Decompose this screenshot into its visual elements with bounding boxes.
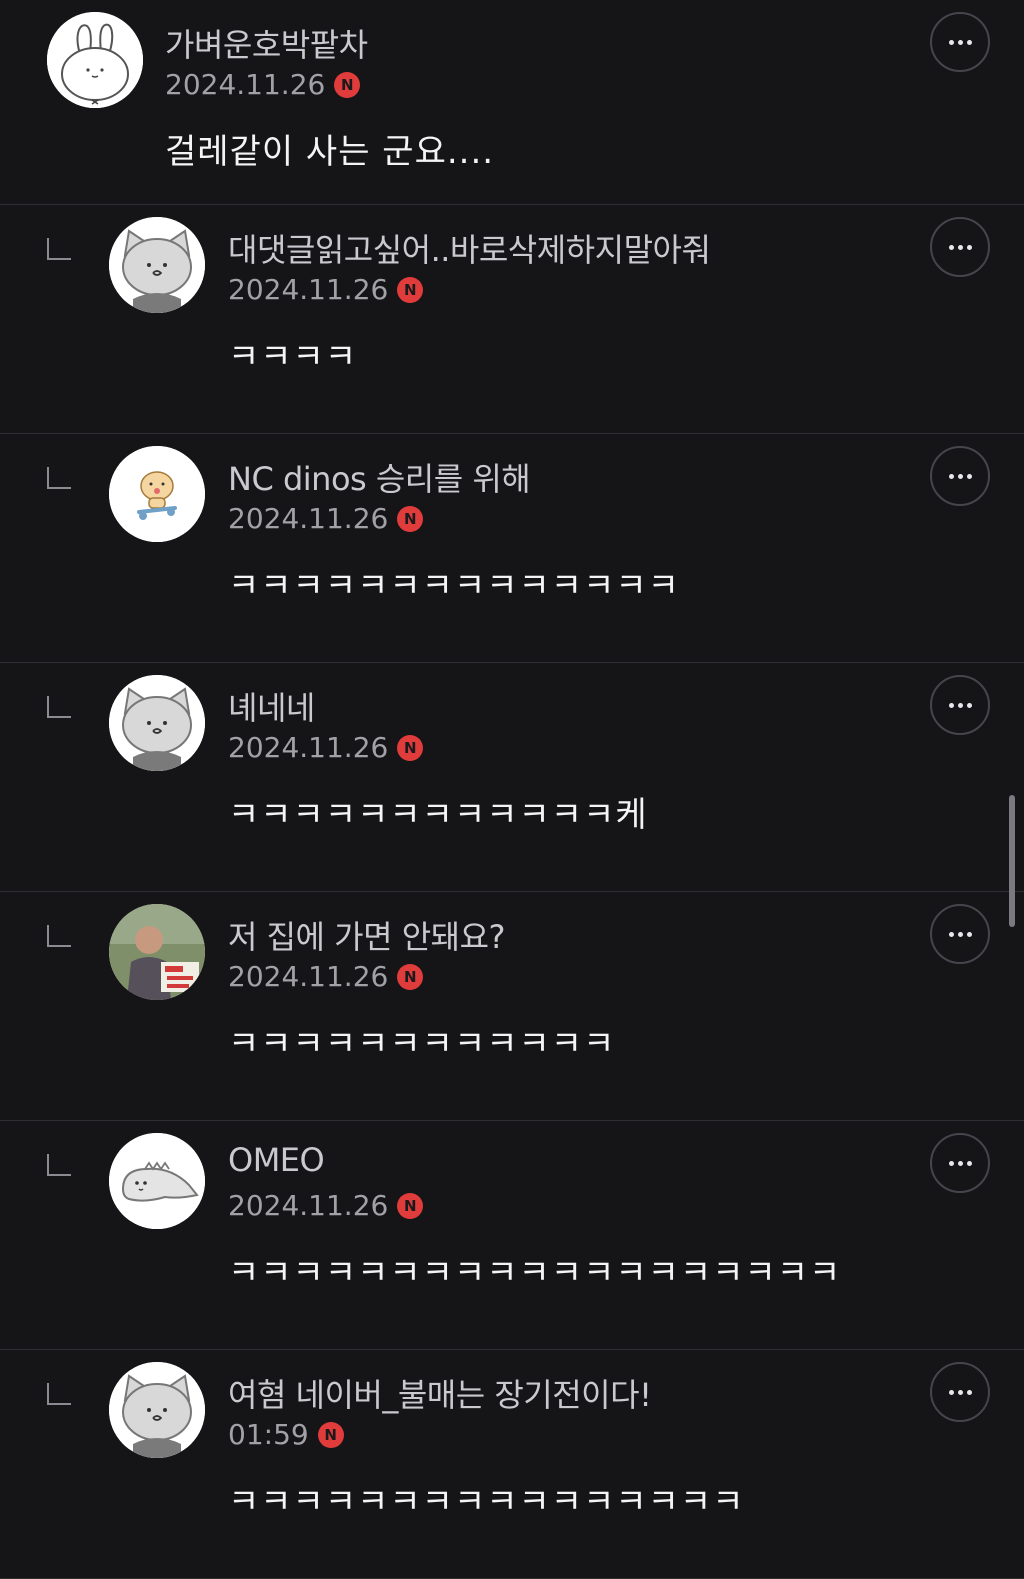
more-dot xyxy=(948,702,954,708)
more-dot xyxy=(966,39,972,45)
more-dot xyxy=(966,1160,972,1166)
comment-date: 2024.11.26 xyxy=(228,502,389,535)
reply-corner-icon xyxy=(47,696,71,718)
comment-meta: 01:59 N xyxy=(228,1418,344,1451)
reply-corner-icon xyxy=(47,925,71,947)
more-dot xyxy=(948,1389,954,1395)
comment-date: 2024.11.26 xyxy=(165,68,326,101)
more-horizontal-icon[interactable] xyxy=(930,12,990,72)
more-dot xyxy=(957,931,963,937)
reply-corner-icon xyxy=(47,1383,71,1405)
reply-comment: NC dinos 승리를 위해 2024.11.26 N ㅋㅋㅋㅋㅋㅋㅋㅋㅋㅋㅋㅋㅋㅋ xyxy=(0,434,1024,663)
reply-comment: 저 집에 가면 안돼요? 2024.11.26 N ㅋㅋㅋㅋㅋㅋㅋㅋㅋㅋㅋㅋ xyxy=(0,892,1024,1121)
more-dot xyxy=(948,931,954,937)
reply-comment: OMEO 2024.11.26 N ㅋㅋㅋㅋㅋㅋㅋㅋㅋㅋㅋㅋㅋㅋㅋㅋㅋㅋㅋ xyxy=(0,1121,1024,1350)
naver-n-badge: N xyxy=(317,1421,344,1448)
gray-cat-avatar[interactable] xyxy=(109,217,205,313)
more-dot xyxy=(966,1389,972,1395)
nickname[interactable]: 녜네네 xyxy=(228,683,315,729)
scrollbar[interactable] xyxy=(1009,795,1015,927)
more-dot xyxy=(966,244,972,250)
nickname[interactable]: 저 집에 가면 안돼요? xyxy=(228,912,506,958)
comment-text: ㅋㅋㅋㅋㅋㅋㅋㅋㅋㅋㅋㅋㅋㅋㅋㅋㅋㅋㅋ xyxy=(228,1253,842,1293)
scooter-character-avatar[interactable] xyxy=(109,446,205,542)
comment-date: 2024.11.26 xyxy=(228,960,389,993)
more-dot xyxy=(957,702,963,708)
comment-date: 01:59 xyxy=(228,1418,309,1451)
more-dot xyxy=(948,244,954,250)
comment-text: 걸레같이 사는 군요.... xyxy=(165,132,495,172)
comment-text: ㅋㅋㅋㅋㅋㅋㅋㅋㅋㅋㅋㅋ케 xyxy=(228,795,648,835)
nickname[interactable]: NC dinos 승리를 위해 xyxy=(228,454,531,500)
more-dot xyxy=(948,473,954,479)
reply-comment: 녜네네 2024.11.26 N ㅋㅋㅋㅋㅋㅋㅋㅋㅋㅋㅋㅋ케 xyxy=(0,663,1024,892)
dinosaur-doodle-avatar[interactable] xyxy=(109,1133,205,1229)
more-horizontal-icon[interactable] xyxy=(930,1133,990,1193)
comment-text: ㅋㅋㅋㅋㅋㅋㅋㅋㅋㅋㅋㅋㅋㅋ xyxy=(228,566,680,606)
comment: 가벼운호박팥차 2024.11.26 N 걸레같이 사는 군요.... xyxy=(0,0,1024,205)
naver-n-badge: N xyxy=(334,71,361,98)
more-horizontal-icon[interactable] xyxy=(930,1362,990,1422)
nickname[interactable]: 대댓글읽고싶어..바로삭제하지말아줘 xyxy=(228,225,711,271)
reply-corner-icon xyxy=(47,467,71,489)
comment-meta: 2024.11.26 N xyxy=(228,273,424,306)
more-dot xyxy=(948,1160,954,1166)
speaker-photo-avatar[interactable] xyxy=(109,904,205,1000)
nickname[interactable]: OMEO xyxy=(228,1141,325,1179)
more-dot xyxy=(966,702,972,708)
naver-n-badge: N xyxy=(397,276,424,303)
naver-n-badge: N xyxy=(397,505,424,532)
reply-corner-icon xyxy=(47,1154,71,1176)
comment-meta: 2024.11.26 N xyxy=(228,1189,424,1222)
more-dot xyxy=(957,1160,963,1166)
naver-n-badge: N xyxy=(397,1192,424,1219)
comment-date: 2024.11.26 xyxy=(228,731,389,764)
naver-n-badge: N xyxy=(397,734,424,761)
gray-cat-avatar[interactable] xyxy=(109,675,205,771)
more-horizontal-icon[interactable] xyxy=(930,446,990,506)
more-horizontal-icon[interactable] xyxy=(930,904,990,964)
gray-cat-avatar[interactable] xyxy=(109,1362,205,1458)
nickname[interactable]: 여혐 네이버_불매는 장기전이다! xyxy=(228,1370,652,1416)
comment-meta: 2024.11.26 N xyxy=(228,502,424,535)
comment-list: 가벼운호박팥차 2024.11.26 N 걸레같이 사는 군요.... 대댓글읽고싶어.… xyxy=(0,0,1024,1579)
comment-meta: 2024.11.26 N xyxy=(228,731,424,764)
more-horizontal-icon[interactable] xyxy=(930,217,990,277)
more-dot xyxy=(957,244,963,250)
more-dot xyxy=(966,931,972,937)
more-dot xyxy=(966,473,972,479)
white-rabbit-avatar[interactable] xyxy=(47,12,143,108)
comment-date: 2024.11.26 xyxy=(228,273,389,306)
comment-text: ㅋㅋㅋㅋㅋㅋㅋㅋㅋㅋㅋㅋ xyxy=(228,1024,616,1064)
more-dot xyxy=(957,473,963,479)
reply-comment: 대댓글읽고싶어..바로삭제하지말아줘 2024.11.26 N ㅋㅋㅋㅋ xyxy=(0,205,1024,434)
naver-n-badge: N xyxy=(397,963,424,990)
comment-meta: 2024.11.26 N xyxy=(165,68,361,101)
nickname[interactable]: 가벼운호박팥차 xyxy=(165,20,368,66)
reply-corner-icon xyxy=(47,238,71,260)
more-horizontal-icon[interactable] xyxy=(930,675,990,735)
more-dot xyxy=(948,39,954,45)
comment-text: ㅋㅋㅋㅋ xyxy=(228,337,358,377)
comment-date: 2024.11.26 xyxy=(228,1189,389,1222)
comment-meta: 2024.11.26 N xyxy=(228,960,424,993)
more-dot xyxy=(957,39,963,45)
comment-text: ㅋㅋㅋㅋㅋㅋㅋㅋㅋㅋㅋㅋㅋㅋㅋㅋ xyxy=(228,1482,745,1522)
reply-comment: 여혐 네이버_불매는 장기전이다! 01:59 N ㅋㅋㅋㅋㅋㅋㅋㅋㅋㅋㅋㅋㅋㅋㅋㅋ xyxy=(0,1350,1024,1579)
more-dot xyxy=(957,1389,963,1395)
